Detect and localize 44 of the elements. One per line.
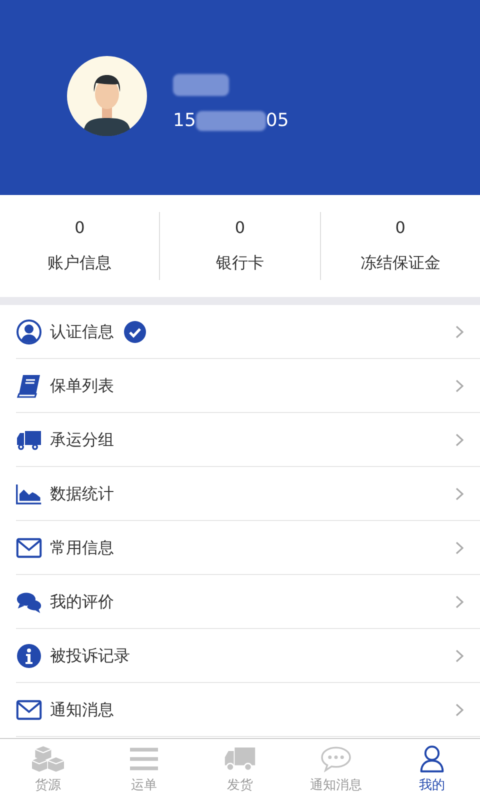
- envelope-icon: [16, 697, 42, 723]
- menu-label: 通知消息: [50, 700, 114, 720]
- menu-item[interactable]: 常用信息: [0, 521, 480, 575]
- menu-item[interactable]: 承运分组: [0, 413, 480, 467]
- chevron-right-icon: [455, 487, 464, 501]
- blurred-phone-digits: [196, 110, 266, 130]
- envelope-icon: [16, 535, 42, 561]
- menu-item[interactable]: 数据统计: [0, 467, 480, 521]
- menu-label: 数据统计: [50, 484, 114, 504]
- info-icon: [16, 643, 42, 669]
- chevron-right-icon: [455, 649, 464, 663]
- menu-label: 常用信息: [50, 538, 114, 558]
- stat-value: 0: [395, 218, 406, 237]
- menu-label: 保单列表: [50, 376, 114, 396]
- chevron-right-icon: [455, 379, 464, 393]
- menu-item[interactable]: 认证信息: [0, 305, 480, 359]
- cubes-icon: [32, 745, 64, 773]
- stat-label[interactable]: 冻结保证金: [360, 253, 440, 274]
- menu-item[interactable]: 被投诉记录: [0, 629, 480, 683]
- menu-label: 被投诉记录: [50, 646, 130, 666]
- stat-label[interactable]: 银行卡: [216, 253, 264, 274]
- book-icon: [16, 373, 42, 399]
- blurred-name: [173, 74, 229, 96]
- chevron-right-icon: [455, 703, 464, 717]
- phone-number-start: 15: [173, 110, 196, 131]
- stat-value: 0: [74, 218, 85, 237]
- menu-item[interactable]: 我的评价: [0, 575, 480, 629]
- menu-icon: [128, 745, 160, 773]
- menu-item[interactable]: 保单列表: [0, 359, 480, 413]
- stat-value: 0: [234, 218, 246, 237]
- menu-label: 认证信息: [50, 322, 114, 342]
- phone-number-end: 05: [266, 110, 289, 131]
- truck-icon: [224, 745, 256, 773]
- menu-label: 我的评价: [50, 592, 114, 612]
- user-circle-icon: [16, 319, 42, 345]
- stat-label[interactable]: 账户信息: [48, 253, 112, 274]
- tab-item[interactable]: 我的: [384, 739, 480, 800]
- chevron-right-icon: [455, 541, 464, 555]
- chevron-right-icon: [455, 433, 464, 447]
- chat-bubble-icon: [320, 745, 352, 773]
- menu-label: 承运分组: [50, 430, 114, 450]
- chevron-right-icon: [455, 595, 464, 609]
- menu-item[interactable]: 通知消息: [0, 683, 480, 737]
- chevron-right-icon: [455, 325, 464, 339]
